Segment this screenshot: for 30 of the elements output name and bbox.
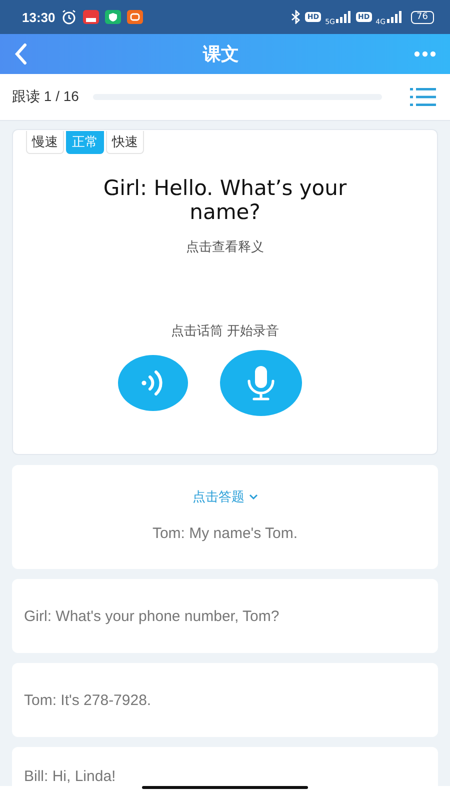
sentence-card[interactable]: Bill: Hi, Linda! — [12, 747, 438, 786]
signal-icon — [386, 11, 403, 23]
record-hint: 点击话筒 开始录音 — [170, 323, 280, 340]
progress-label: 跟读 1 / 16 — [12, 88, 79, 106]
page-title: 课文 — [203, 43, 239, 66]
microphone-icon — [246, 365, 276, 401]
alarm-icon — [61, 9, 78, 25]
app-icon — [83, 10, 100, 24]
sentence-card[interactable]: Girl: What's your phone number, Tom? — [12, 579, 438, 653]
speed-tab[interactable]: 慢速 — [26, 131, 64, 154]
app-icon — [127, 10, 144, 24]
sentence-text: Tom: My name's Tom. — [152, 525, 298, 542]
signal-icon — [336, 11, 352, 23]
bluetooth-icon — [291, 10, 302, 24]
sentence-text: Girl: What's your phone number, Tom? — [24, 608, 280, 624]
status-time: 13:30 — [22, 10, 56, 24]
shield-icon — [105, 10, 122, 24]
speed-tab[interactable]: 正常 — [66, 131, 104, 154]
more-icon[interactable] — [414, 51, 436, 57]
chevron-down-icon — [248, 494, 258, 500]
list-icon[interactable] — [410, 88, 436, 106]
battery-indicator: 76 — [410, 10, 434, 24]
answer-link[interactable]: 点击答题 — [186, 487, 264, 507]
sentence-text: Girl: Hello. What’s your name? — [102, 176, 348, 224]
sentence-text: Tom: It's 278-7928. — [24, 692, 152, 708]
meaning-hint: 点击查看释义 — [186, 239, 264, 256]
sentence-text: Bill: Hi, Linda! — [24, 768, 116, 785]
back-icon[interactable] — [14, 43, 28, 65]
speed-tab[interactable]: 快速 — [106, 131, 144, 154]
sentence-card[interactable]: Tom: It's 278-7928. — [12, 663, 438, 737]
